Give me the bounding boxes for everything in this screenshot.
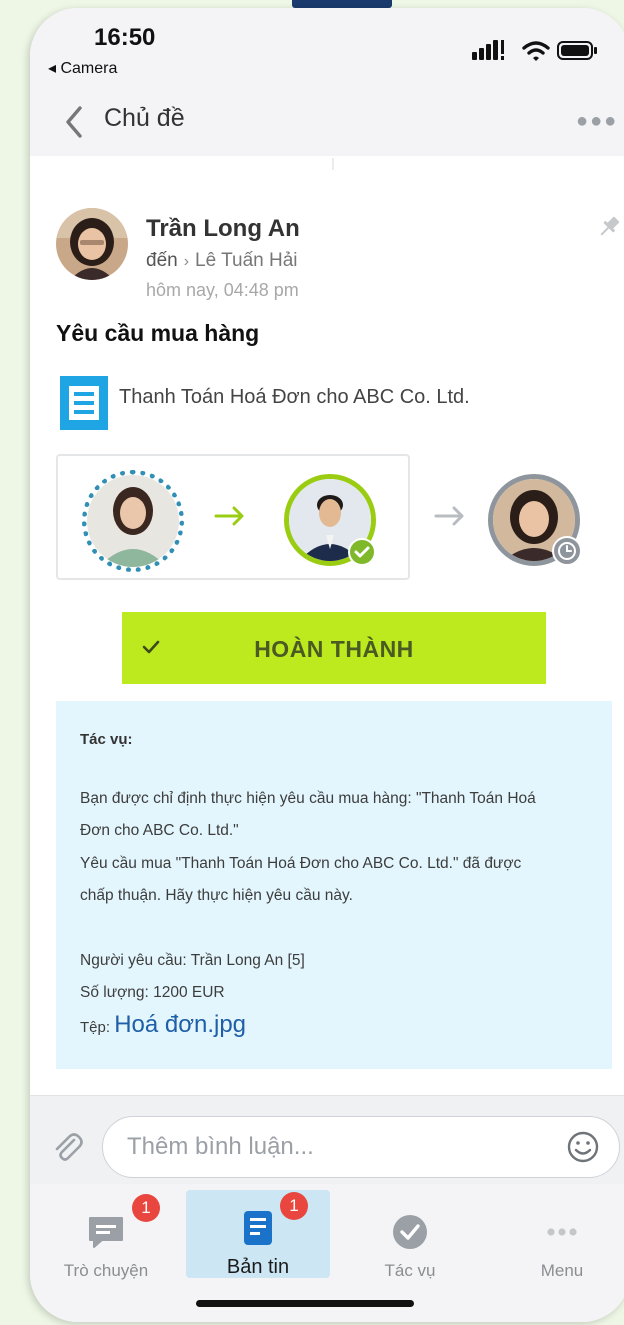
signal-icon bbox=[472, 40, 504, 60]
home-indicator[interactable] bbox=[196, 1300, 414, 1307]
more-dots-icon bbox=[547, 1228, 577, 1236]
task-details-box: Tác vụ: Bạn được chỉ định thực hiện yêu … bbox=[56, 701, 612, 1069]
header-area: 16:50 ◂ Camera Chủ đề ●●● bbox=[30, 8, 624, 156]
wifi-icon bbox=[522, 41, 550, 61]
pin-icon[interactable] bbox=[596, 214, 622, 240]
tab-newsfeed[interactable]: 1 Bản tin bbox=[186, 1190, 330, 1278]
comment-bar bbox=[30, 1095, 624, 1190]
chat-icon bbox=[89, 1217, 123, 1248]
complete-button-label: HOÀN THÀNH bbox=[254, 636, 414, 662]
recipient-name[interactable]: Lê Tuấn Hải bbox=[195, 250, 297, 271]
task-amount: Số lượng: 1200 EUR bbox=[80, 984, 225, 1002]
paperclip-icon[interactable] bbox=[50, 1130, 84, 1164]
tab-label: Trò chuyện bbox=[63, 1261, 149, 1280]
task-heading: Tác vụ: bbox=[80, 731, 133, 748]
emoji-icon[interactable] bbox=[566, 1130, 600, 1164]
attachment-link[interactable]: Hoá đơn.jpg bbox=[114, 1011, 246, 1038]
recipient-prefix: đến bbox=[146, 250, 178, 271]
back-chevron-icon[interactable] bbox=[62, 104, 86, 140]
task-line: Đơn cho ABC Co. Ltd." bbox=[80, 822, 239, 840]
task-requester: Người yêu cầu: Trần Long An [5] bbox=[80, 952, 305, 970]
task-line: chấp thuận. Hãy thực hiện yêu cầu này. bbox=[80, 887, 353, 905]
more-options-icon[interactable]: ●●● bbox=[576, 110, 618, 133]
back-to-camera-link[interactable]: ◂ Camera bbox=[48, 58, 117, 78]
chevron-right-icon: › bbox=[183, 253, 190, 270]
approver-avatar-1[interactable] bbox=[82, 470, 184, 572]
phone-frame: 16:50 ◂ Camera Chủ đề ●●● Trần Long An đ… bbox=[30, 8, 624, 1322]
post-title: Yêu cầu mua hàng bbox=[56, 320, 260, 346]
complete-button[interactable]: HOÀN THÀNH bbox=[122, 612, 546, 684]
approved-check-icon bbox=[348, 538, 376, 566]
document-icon bbox=[60, 376, 108, 430]
author-name[interactable]: Trần Long An bbox=[146, 215, 300, 243]
document-title[interactable]: Thanh Toán Hoá Đơn cho ABC Co. Ltd. bbox=[119, 386, 470, 409]
page-title: Chủ đề bbox=[104, 104, 185, 132]
comment-input[interactable] bbox=[102, 1116, 620, 1178]
status-icons bbox=[472, 40, 597, 61]
unread-badge: 1 bbox=[280, 1192, 308, 1220]
pending-clock-icon bbox=[552, 536, 582, 566]
status-time: 16:50 bbox=[94, 24, 156, 51]
divider bbox=[332, 158, 334, 170]
task-file-label: Tệp: bbox=[80, 1019, 115, 1036]
top-edge-tab bbox=[292, 0, 392, 8]
tab-label: Tác vụ bbox=[384, 1261, 436, 1280]
battery-icon bbox=[557, 41, 597, 60]
tab-label: Bản tin bbox=[226, 1256, 290, 1278]
arrow-right-icon bbox=[434, 506, 464, 526]
author-avatar[interactable] bbox=[56, 208, 128, 280]
post-timestamp: hôm nay, 04:48 pm bbox=[146, 280, 299, 300]
recipient-line: đến › Lê Tuấn Hải bbox=[146, 250, 298, 272]
tab-label: Menu bbox=[540, 1261, 584, 1280]
tab-menu[interactable]: Menu bbox=[490, 1184, 624, 1280]
newsfeed-icon bbox=[244, 1211, 272, 1245]
unread-badge: 1 bbox=[132, 1194, 160, 1222]
task-description: Bạn được chỉ định thực hiện yêu cầu mua … bbox=[80, 783, 600, 1010]
task-file-row: Tệp: Hoá đơn.jpg bbox=[80, 1011, 246, 1039]
task-line: Yêu cầu mua "Thanh Toán Hoá Đơn cho ABC … bbox=[80, 854, 522, 872]
tab-chat[interactable]: 1 Trò chuyện bbox=[34, 1184, 178, 1280]
task-check-icon bbox=[393, 1215, 427, 1249]
task-line: Bạn được chỉ định thực hiện yêu cầu mua … bbox=[80, 790, 536, 807]
arrow-right-icon bbox=[214, 506, 244, 526]
tab-tasks[interactable]: Tác vụ bbox=[338, 1184, 482, 1280]
